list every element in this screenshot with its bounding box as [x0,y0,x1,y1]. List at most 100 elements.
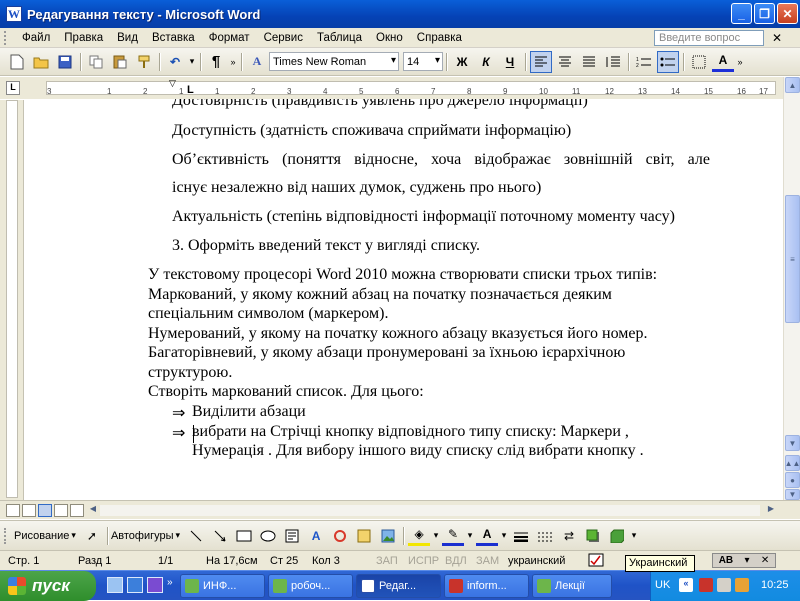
autoshapes-dropdown-icon[interactable]: ▾ [176,530,181,541]
arrow-style-icon[interactable]: ⇄ [558,525,580,547]
align-center-icon[interactable] [554,51,576,73]
justify-icon[interactable] [578,51,600,73]
word-app-icon[interactable]: W [6,6,22,22]
scroll-down-icon[interactable]: ▼ [785,435,800,451]
font-name-select[interactable]: Times New Roman [269,52,399,71]
fill-color-icon[interactable]: ◈ [408,526,431,546]
menu-tools[interactable]: Сервис [257,32,310,44]
title-bar[interactable]: W Редагування тексту - Microsoft Word _ … [0,0,800,28]
numbering-icon[interactable]: 12 [633,51,655,73]
scroll-thumb[interactable]: ≡ [785,195,800,323]
scroll-left-icon[interactable]: ◀ [86,504,100,517]
dash-style-icon[interactable] [534,525,556,547]
status-record-macro[interactable]: ЗАП [376,555,398,567]
close-document-icon[interactable]: ✕ [772,31,782,45]
line-color-icon[interactable]: ✎ [442,526,465,546]
open-folder-icon[interactable] [30,51,52,73]
reading-view-icon[interactable] [70,504,84,517]
format-painter-icon[interactable] [133,51,155,73]
language-bar-dropdown-icon[interactable]: ▾ [745,555,750,566]
toolbar-options-icon[interactable]: » [229,51,237,73]
vertical-scrollbar[interactable]: ▲ ≡ ▼ ▲▲ ● ▼ [783,77,800,500]
wordart-icon[interactable]: A [305,525,327,547]
horizontal-scrollbar[interactable] [100,505,760,516]
status-track-changes[interactable]: ИСПР [408,555,439,567]
menu-format[interactable]: Формат [202,32,257,44]
styles-icon[interactable]: A [246,51,268,73]
bullets-icon[interactable] [657,50,679,73]
line-icon[interactable] [185,525,207,547]
minimize-button[interactable]: _ [731,3,752,24]
language-bar-close-icon[interactable]: ✕ [761,555,769,566]
status-language[interactable]: украинский [508,555,565,567]
line-style-icon[interactable] [510,525,532,547]
close-button[interactable]: ✕ [777,3,798,24]
menu-help[interactable]: Справка [410,32,469,44]
taskbar-item-word[interactable]: Редаг... [356,574,441,598]
maximize-button[interactable]: ❐ [754,3,775,24]
align-left-icon[interactable] [530,50,552,73]
show-desktop-icon[interactable] [107,577,123,593]
autoshapes-button[interactable]: Автофигуры [111,530,174,542]
help-question-input[interactable]: Введите вопрос [654,30,764,46]
normal-view-icon[interactable] [6,504,20,517]
drawbar-grip[interactable] [4,527,10,544]
text-box-icon[interactable] [281,525,303,547]
browse-object-icon[interactable]: ● [785,472,800,488]
next-page-icon[interactable]: ▼ [785,489,800,500]
status-overtype[interactable]: ЗАМ [476,555,499,567]
draw-dropdown-icon[interactable]: ▾ [71,530,76,541]
shadow-style-icon[interactable] [582,525,604,547]
italic-button[interactable]: К [475,51,497,73]
tray-app-icon[interactable] [699,578,713,592]
menu-file[interactable]: Файл [15,32,57,44]
taskbar-item-work[interactable]: робоч... [268,574,353,598]
tray-clock[interactable]: 10:25 [761,579,789,591]
start-button[interactable]: пуск [0,571,96,601]
outline-view-icon[interactable] [54,504,68,517]
taskbar-item-inform[interactable]: inform... [444,574,529,598]
undo-dropdown-icon[interactable]: ▾ [188,51,196,73]
document-area[interactable]: Достовірність (правдивість уявлень про д… [25,99,783,500]
select-pointer-icon[interactable]: ➚ [81,525,103,547]
indent-marker-icon[interactable]: ▽ [169,78,176,89]
menu-edit[interactable]: Правка [57,32,110,44]
quicklaunch-browser-icon[interactable] [127,577,143,593]
menu-view[interactable]: Вид [110,32,145,44]
copy-icon[interactable] [85,51,107,73]
menu-table[interactable]: Таблица [310,32,369,44]
line-color-dropdown-icon[interactable]: ▾ [466,525,474,547]
tray-network-icon[interactable]: « [679,578,693,592]
drawbar-options-icon[interactable]: ▾ [630,525,638,547]
language-bar[interactable]: AB ▾ ✕ [712,553,776,568]
menu-grip[interactable] [4,30,10,45]
font-color-draw-icon[interactable]: A [476,526,499,546]
font-size-select[interactable]: 14 [403,52,443,71]
spelling-book-icon[interactable] [588,553,604,570]
keyboard-layout-icon[interactable]: AB [719,555,733,566]
quicklaunch-more-icon[interactable]: » [167,577,177,593]
show-formatting-icon[interactable]: ¶ [205,51,227,73]
line-spacing-icon[interactable] [602,51,624,73]
print-layout-view-icon[interactable] [38,504,52,517]
bold-button[interactable]: Ж [451,51,473,73]
3d-style-icon[interactable] [606,525,628,547]
menu-window[interactable]: Окно [369,32,410,44]
clipart-icon[interactable] [353,525,375,547]
new-document-icon[interactable] [6,51,28,73]
paste-icon[interactable] [109,51,131,73]
picture-icon[interactable] [377,525,399,547]
draw-menu-button[interactable]: Рисование [14,530,69,542]
tab-selector-icon[interactable]: L [6,81,20,95]
tray-language[interactable]: UK [655,579,670,591]
tray-security-icon[interactable] [735,578,749,592]
arrow-icon[interactable] [209,525,231,547]
save-icon[interactable] [54,51,76,73]
fill-color-dropdown-icon[interactable]: ▾ [432,525,440,547]
scroll-right-icon[interactable]: ▶ [764,504,778,517]
oval-icon[interactable] [257,525,279,547]
tab-stop-icon[interactable]: L [187,84,194,96]
underline-button[interactable]: Ч [499,51,521,73]
menu-insert[interactable]: Вставка [145,32,202,44]
font-color-draw-dropdown-icon[interactable]: ▾ [500,525,508,547]
